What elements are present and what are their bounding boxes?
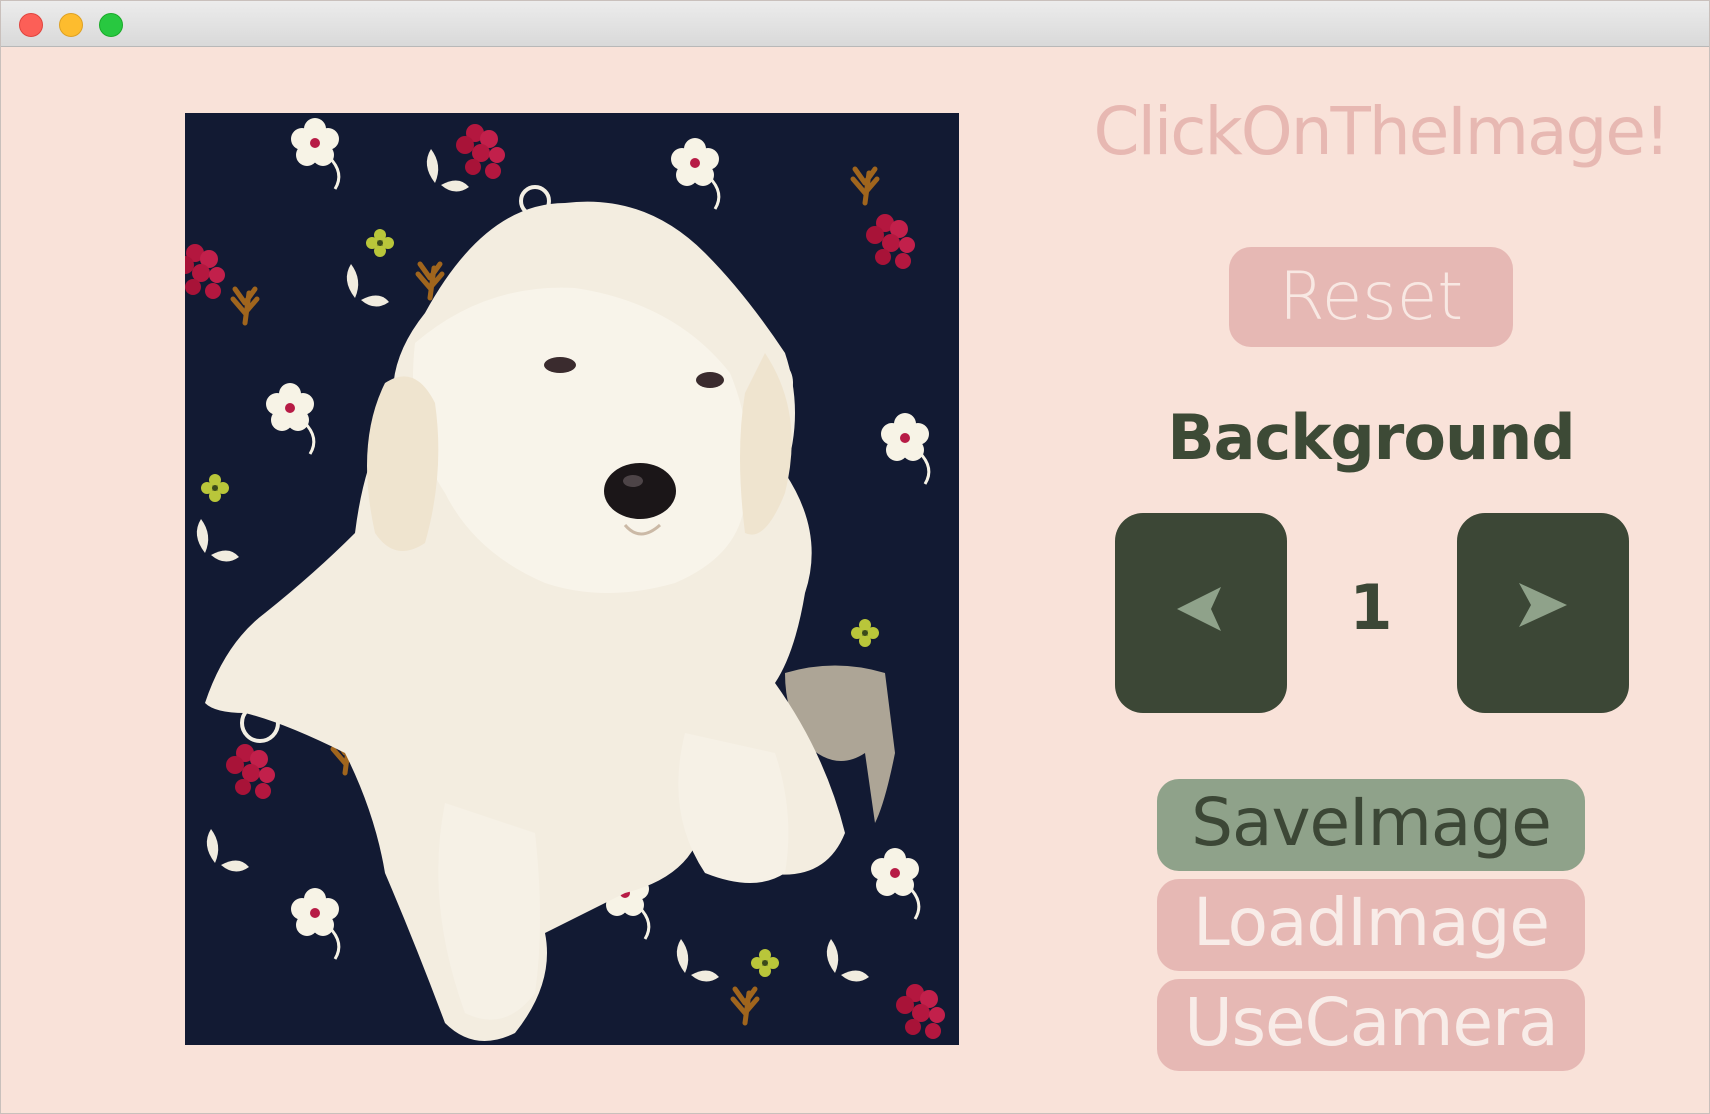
background-label: Background (1167, 401, 1575, 474)
background-index: 1 (1349, 571, 1393, 644)
maximize-window-button[interactable] (99, 13, 123, 37)
next-background-button[interactable] (1457, 513, 1629, 713)
reset-button[interactable]: Reset (1229, 247, 1513, 347)
load-image-button[interactable]: LoadImage (1157, 879, 1585, 971)
puppy-on-floral-background-image (185, 113, 959, 1045)
app-window: ClickOnTheImage! Reset Background 1 Save… (0, 0, 1710, 1114)
arrow-left-icon (1177, 587, 1221, 631)
click-on-image-hint: ClickOnTheImage! (1093, 93, 1671, 170)
previous-background-button[interactable] (1115, 513, 1287, 713)
close-window-button[interactable] (19, 13, 43, 37)
arrow-right-icon (1519, 583, 1567, 627)
use-camera-button[interactable]: UseCamera (1157, 979, 1585, 1071)
save-image-button[interactable]: SaveImage (1157, 779, 1585, 871)
minimize-window-button[interactable] (59, 13, 83, 37)
title-bar[interactable] (1, 1, 1709, 47)
image-canvas[interactable] (185, 113, 959, 1045)
